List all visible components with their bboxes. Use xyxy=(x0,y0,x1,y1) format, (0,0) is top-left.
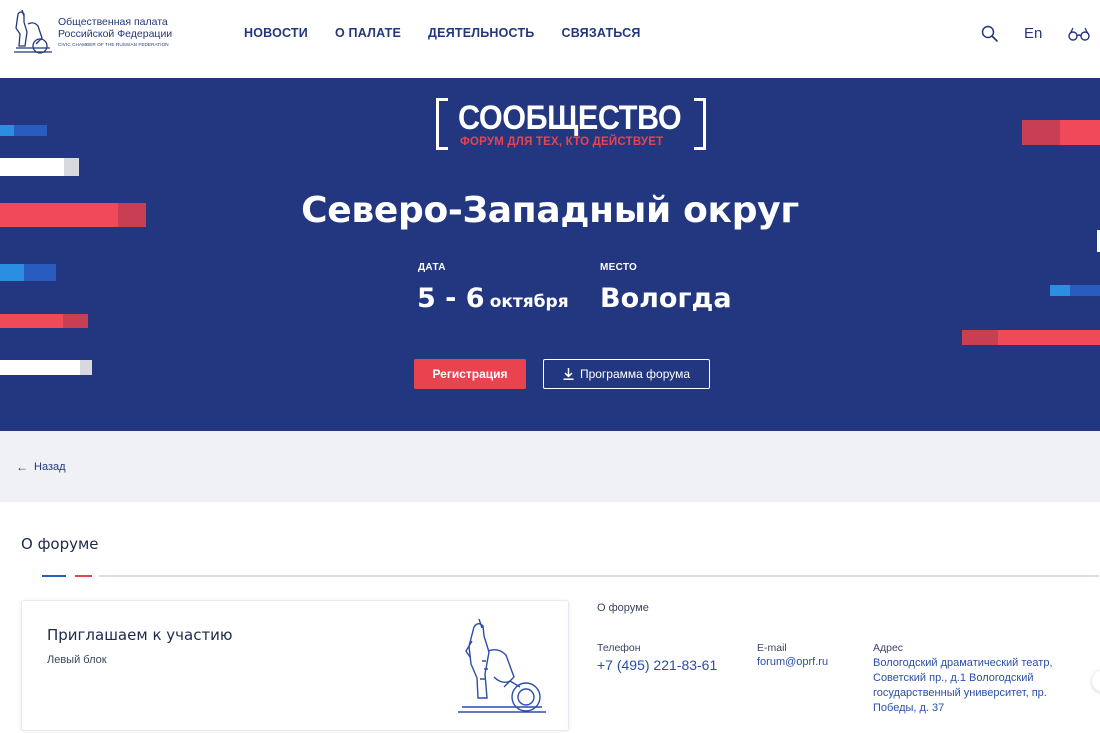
logo-line-3: CIVIC CHAMBER OF THE RUSSIAN FEDERATION xyxy=(58,41,169,47)
hero-title: Северо-Западный округ xyxy=(301,190,799,231)
place-label: МЕСТО xyxy=(600,262,638,273)
address-label: Адрес xyxy=(873,642,904,654)
search-icon[interactable] xyxy=(981,25,998,42)
brand-bracket-right xyxy=(694,98,706,150)
main-nav: НОВОСТИ О ПАЛАТЕ ДЕЯТЕЛЬНОСТЬ СВЯЗАТЬСЯ xyxy=(244,26,668,40)
header-tools: En xyxy=(950,22,1100,48)
register-button[interactable]: Регистрация xyxy=(414,359,526,389)
decor-stripe xyxy=(63,314,88,328)
section-accent-red xyxy=(75,575,92,577)
decor-stripe xyxy=(0,125,14,136)
info-heading: О форуме xyxy=(597,602,649,614)
program-button-label: Программа форума xyxy=(579,367,691,381)
nav-item-contact[interactable]: СВЯЗАТЬСЯ xyxy=(562,26,641,40)
scroll-button[interactable] xyxy=(1092,670,1100,692)
site-logo[interactable]: Общественная палата Российской Федерации… xyxy=(10,6,175,58)
program-download-button[interactable]: Программа форума xyxy=(543,359,710,389)
chamber-monument-icon xyxy=(458,618,546,713)
decor-stripe xyxy=(1022,120,1060,145)
place-value: Вологда xyxy=(600,283,732,314)
phone-label: Телефон xyxy=(597,642,641,654)
card-subtitle: Левый блок xyxy=(47,654,107,666)
decor-stripe xyxy=(1070,285,1100,296)
brand-bracket-left xyxy=(436,98,448,150)
decor-stripe xyxy=(80,360,92,375)
decor-stripe xyxy=(64,158,79,176)
decor-stripe xyxy=(0,158,64,176)
decor-stripe xyxy=(962,330,998,345)
nav-item-news[interactable]: НОВОСТИ xyxy=(244,26,308,40)
brand-word: СООБЩЕСТВО xyxy=(458,99,682,137)
forum-hero: СООБЩЕСТВО ФОРУМ ДЛЯ ТЕХ, КТО ДЕЙСТВУЕТ … xyxy=(0,78,1100,431)
nav-item-about[interactable]: О ПАЛАТЕ xyxy=(335,26,401,40)
back-label: Назад xyxy=(34,461,66,473)
site-header: Общественная палата Российской Федерации… xyxy=(0,0,1100,78)
date-value: 5 - 6 октября xyxy=(417,283,569,314)
decor-stripe xyxy=(0,314,63,328)
decor-stripe xyxy=(0,360,80,375)
date-days: 5 - 6 xyxy=(417,283,485,314)
decor-stripe xyxy=(0,264,24,281)
glasses-icon[interactable] xyxy=(1068,27,1090,41)
decor-stripe xyxy=(14,125,47,136)
invite-card[interactable]: Приглашаем к участию Левый блок xyxy=(21,600,569,731)
phone-link[interactable]: +7 (495) 221-83-61 xyxy=(597,657,717,673)
section-divider xyxy=(99,575,1099,577)
section-title: О форуме xyxy=(21,535,99,553)
back-link[interactable]: ← Назад xyxy=(16,460,66,474)
email-label: E-mail xyxy=(757,642,787,654)
date-month: октября xyxy=(489,292,569,312)
section-accent-blue xyxy=(42,575,66,577)
forum-brand-logo: СООБЩЕСТВО ФОРУМ ДЛЯ ТЕХ, КТО ДЕЙСТВУЕТ xyxy=(436,98,706,153)
decor-stripe xyxy=(998,330,1100,345)
decor-stripe xyxy=(1050,285,1070,296)
decor-stripe xyxy=(24,264,56,281)
download-icon xyxy=(563,368,574,380)
date-label: ДАТА xyxy=(418,262,446,273)
language-switch[interactable]: En xyxy=(1024,25,1042,42)
arrow-left-icon: ← xyxy=(16,460,28,474)
email-link[interactable]: forum@oprf.ru xyxy=(757,656,828,668)
back-bar: ← Назад xyxy=(0,431,1100,502)
address-text[interactable]: Вологодский драматический театр, Советск… xyxy=(873,656,1053,716)
card-title: Приглашаем к участию xyxy=(47,626,233,644)
chamber-emblem-icon xyxy=(14,9,52,54)
brand-tagline: ФОРУМ ДЛЯ ТЕХ, КТО ДЕЙСТВУЕТ xyxy=(460,136,664,148)
logo-line-2: Российской Федерации xyxy=(58,27,173,40)
decor-stripe xyxy=(1060,120,1100,145)
logo-text: Общественная палата Российской Федерации… xyxy=(58,17,173,47)
nav-item-activity[interactable]: ДЕЯТЕЛЬНОСТЬ xyxy=(428,26,534,40)
